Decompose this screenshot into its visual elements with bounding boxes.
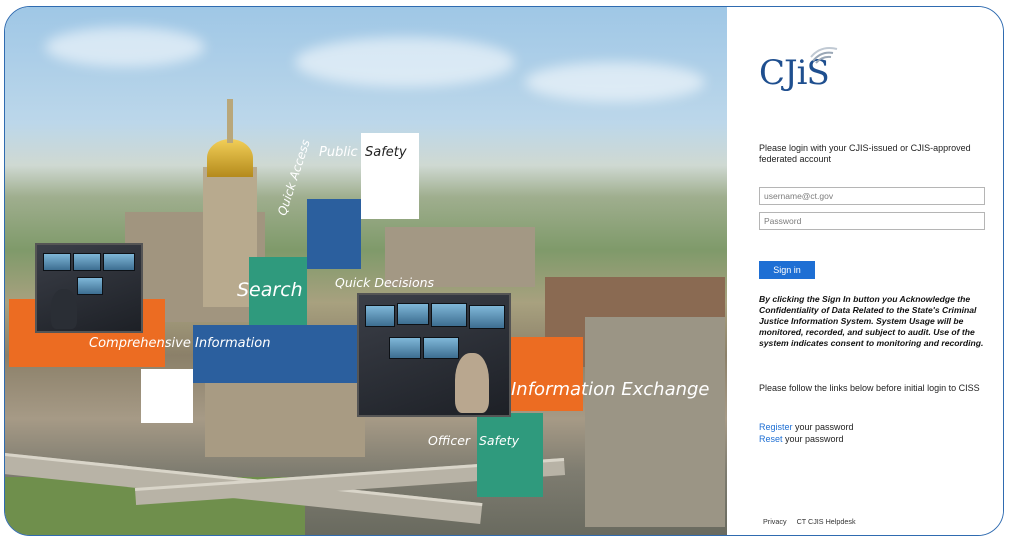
privacy-link[interactable]: Privacy [763, 517, 787, 526]
cloud [525, 62, 705, 102]
cloud [45, 27, 205, 67]
register-rest: your password [792, 422, 854, 432]
password-input[interactable] [759, 212, 985, 230]
tile-label-quick-decisions: Quick Decisions [335, 275, 435, 290]
app-frame: Public Safety Quick Access Search Quick … [4, 6, 1004, 536]
tile-officer-safety [477, 413, 543, 497]
sign-in-button[interactable]: Sign in [759, 261, 815, 279]
confidentiality-notice: By clicking the Sign In button you Ackno… [759, 294, 984, 348]
dispatcher-photo-center [357, 293, 511, 417]
cloud [295, 37, 515, 87]
monitor [431, 303, 467, 327]
monitor [73, 253, 101, 271]
tile-label-information: Information [195, 336, 271, 351]
login-panel: CJiS Please login with your CJIS-issued … [727, 7, 1003, 535]
tile-blue-middle [193, 325, 363, 383]
hero-collage: Public Safety Quick Access Search Quick … [5, 7, 727, 535]
follow-links-text: Please follow the links below before ini… [759, 383, 980, 393]
monitor [103, 253, 135, 271]
tile-label-information-exchange: Information Exchange [511, 379, 710, 400]
monitor [389, 337, 421, 359]
signal-waves-icon [810, 47, 838, 64]
dispatcher-photo-left [35, 243, 143, 333]
tile-label-officer: Officer [428, 433, 471, 448]
username-input[interactable] [759, 187, 985, 205]
building [585, 317, 725, 527]
tile-white-small [141, 369, 193, 423]
tile-blue-top [307, 199, 361, 269]
login-prompt: Please login with your CJIS-issued or CJ… [759, 143, 971, 164]
cjis-logo: CJiS [759, 47, 839, 93]
monitor [365, 305, 395, 327]
capitol-dome [207, 139, 253, 177]
monitor [423, 337, 459, 359]
register-line: Register your password [759, 422, 854, 432]
capitol-spire [227, 99, 233, 143]
tile-label-safety-top: Safety [365, 145, 407, 160]
register-link[interactable]: Register [759, 422, 793, 432]
reset-link[interactable]: Reset [759, 434, 783, 444]
monitor [77, 277, 103, 295]
tile-label-search: Search [237, 279, 303, 301]
tile-label-public: Public [319, 145, 358, 160]
monitor [397, 303, 429, 325]
helpdesk-link[interactable]: CT CJIS Helpdesk [797, 517, 856, 526]
reset-line: Reset your password [759, 434, 844, 444]
dispatcher [455, 353, 489, 413]
monitor [469, 305, 505, 329]
tile-label-safety-bottom: Safety [479, 433, 519, 448]
dispatcher [51, 289, 77, 329]
footer: Privacy CT CJIS Helpdesk [763, 517, 864, 526]
reset-rest: your password [782, 434, 844, 444]
tile-label-comprehensive: Comprehensive [89, 336, 191, 351]
monitor [43, 253, 71, 271]
